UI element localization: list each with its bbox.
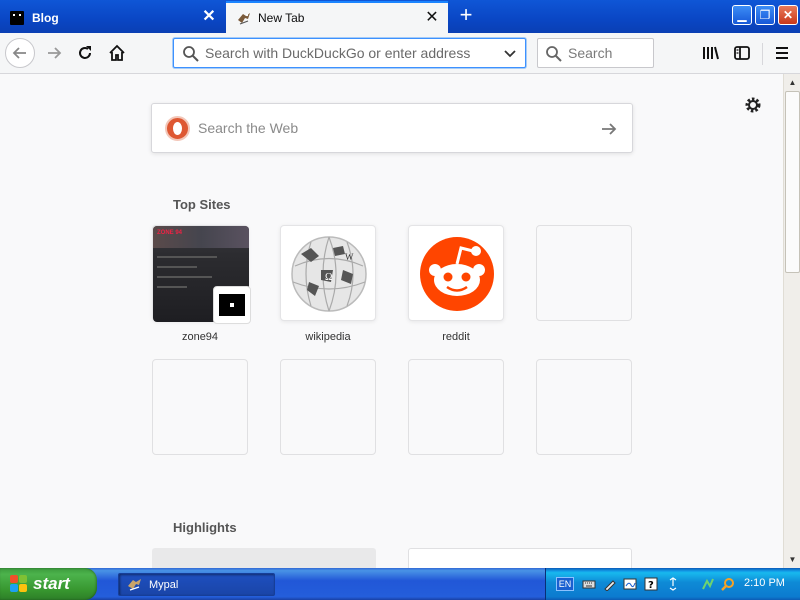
home-button[interactable] <box>103 39 131 67</box>
top-site-empty-slot[interactable] <box>536 225 632 321</box>
new-tab-page: Top Sites ZONE 94 zone94 Ω W wikipedia <box>0 74 783 568</box>
network-icon[interactable] <box>701 577 715 591</box>
handwriting-icon[interactable] <box>623 577 637 591</box>
section-title-highlights: Highlights <box>173 520 237 535</box>
svg-text:Ω: Ω <box>325 272 332 283</box>
arrow-left-icon <box>12 47 26 59</box>
highlight-card[interactable] <box>152 548 376 568</box>
arrow-right-icon <box>48 47 62 59</box>
web-search-box[interactable] <box>151 103 633 153</box>
tab-title: New Tab <box>258 11 305 25</box>
section-title-top-sites: Top Sites <box>173 197 231 212</box>
help-icon[interactable]: ? <box>644 577 658 591</box>
pen-icon[interactable] <box>603 577 617 591</box>
reload-button[interactable] <box>71 39 99 67</box>
minimize-button[interactable]: ▁ <box>732 5 752 25</box>
wikipedia-globe-icon: Ω W <box>291 236 367 312</box>
menu-button[interactable] <box>768 39 796 67</box>
top-site-zone94[interactable]: ZONE 94 <box>152 225 251 324</box>
highlight-card[interactable] <box>408 548 632 568</box>
library-icon <box>703 46 719 60</box>
gear-icon[interactable] <box>742 94 764 116</box>
search-icon <box>546 46 562 62</box>
tab-blog[interactable]: Blog ✕ <box>0 2 225 33</box>
windows-logo-icon <box>10 575 28 593</box>
restore-button[interactable]: ❐ <box>755 5 775 25</box>
search-icon <box>183 46 199 62</box>
scroll-up-arrow-icon[interactable]: ▲ <box>785 74 800 91</box>
address-bar[interactable] <box>173 38 526 68</box>
reddit-logo-icon <box>420 237 494 311</box>
mypal-icon <box>236 11 250 25</box>
top-site-label: reddit <box>442 331 470 343</box>
reload-icon <box>79 46 91 59</box>
top-site-label: zone94 <box>181 331 219 343</box>
language-indicator[interactable]: EN <box>556 577 574 591</box>
close-tab-icon[interactable]: ✕ <box>424 10 440 26</box>
home-icon <box>109 44 125 61</box>
tray-options-icon[interactable] <box>666 577 680 591</box>
top-site-reddit[interactable] <box>408 225 504 321</box>
forward-button[interactable] <box>40 39 68 67</box>
tab-title: Blog <box>32 10 59 25</box>
tab-strip: Blog ✕ New Tab ✕ + ▁ ❐ ✕ <box>0 0 800 33</box>
search-input[interactable] <box>568 45 648 61</box>
address-input[interactable] <box>205 45 495 61</box>
top-site-empty-slot[interactable] <box>408 359 504 455</box>
vertical-scrollbar[interactable]: ▲ ▼ <box>783 74 800 568</box>
clock: 2:10 PM <box>744 577 785 589</box>
arrow-right-icon[interactable] <box>600 120 618 138</box>
close-window-button[interactable]: ✕ <box>778 5 798 25</box>
svg-text:?: ? <box>648 580 654 591</box>
sidebar-icon <box>734 46 750 60</box>
toolbar-separator <box>762 43 763 65</box>
sidebar-button[interactable] <box>728 39 756 67</box>
top-site-label: wikipedia <box>305 331 351 343</box>
back-button[interactable] <box>5 38 35 68</box>
system-tray: EN ? 2:10 PM <box>545 568 800 600</box>
scrollbar-thumb[interactable] <box>785 91 800 273</box>
new-tab-button[interactable]: + <box>456 4 476 26</box>
top-site-wikipedia[interactable]: Ω W <box>280 225 376 321</box>
start-button[interactable]: start <box>0 568 97 600</box>
blog-icon <box>10 10 24 25</box>
duckduckgo-logo <box>165 116 190 141</box>
library-button[interactable] <box>697 39 725 67</box>
start-label: start <box>33 574 70 593</box>
top-site-empty-slot[interactable] <box>152 359 248 455</box>
hamburger-icon <box>776 47 788 59</box>
web-search-input[interactable] <box>198 120 578 136</box>
keyboard-icon[interactable] <box>582 577 596 591</box>
search-bar[interactable] <box>537 38 654 68</box>
tab-new-tab[interactable]: New Tab ✕ <box>226 1 448 33</box>
svg-text:W: W <box>345 252 354 262</box>
top-site-empty-slot[interactable] <box>536 359 632 455</box>
taskbar-item-mypal[interactable]: Mypal <box>118 573 275 596</box>
top-site-empty-slot[interactable] <box>280 359 376 455</box>
taskbar: start Mypal EN ? 2:10 PM <box>0 568 800 600</box>
scroll-down-arrow-icon[interactable]: ▼ <box>785 551 800 568</box>
mypal-icon <box>128 578 141 591</box>
zone94-favicon-icon <box>213 286 251 324</box>
navigation-toolbar <box>0 33 800 74</box>
chevron-down-icon[interactable] <box>503 47 517 61</box>
close-tab-icon[interactable]: ✕ <box>201 9 217 25</box>
search-icon[interactable] <box>721 577 735 591</box>
taskbar-item-label: Mypal <box>149 578 179 591</box>
